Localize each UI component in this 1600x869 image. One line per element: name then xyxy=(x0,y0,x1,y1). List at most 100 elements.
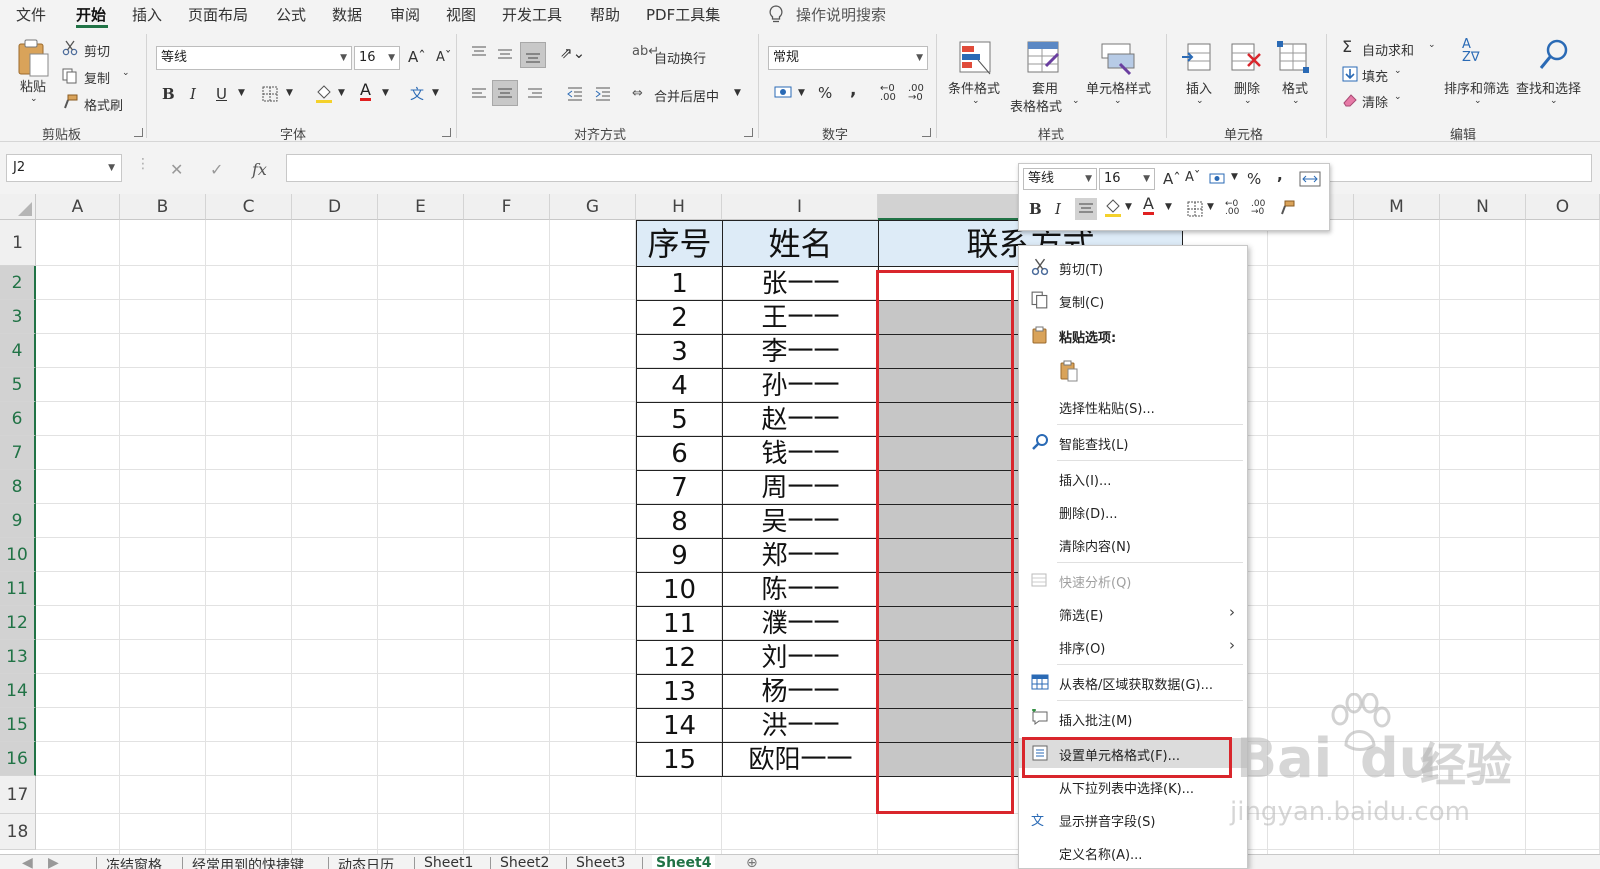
number-format-combo[interactable]: 常规 ▼ xyxy=(768,46,928,70)
align-right-icon[interactable] xyxy=(526,86,544,102)
mini-font-color-icon[interactable]: A xyxy=(1143,196,1154,215)
sort-filter-button[interactable]: 排序和筛选 xyxy=(1444,78,1509,97)
copy-dropdown-icon[interactable]: ⌄ xyxy=(122,68,130,78)
row-header-15[interactable]: 15 xyxy=(0,708,36,742)
insert-function-icon[interactable]: fx xyxy=(252,160,267,179)
orientation-icon[interactable]: ⇗⌄ xyxy=(560,44,585,62)
column-header-g[interactable]: G xyxy=(550,194,636,220)
ctx-smart-lookup[interactable]: 智能查找(L) xyxy=(1019,427,1247,457)
sheet-tab-active[interactable]: Sheet4 xyxy=(652,855,716,869)
fill-button[interactable]: 填充 xyxy=(1362,66,1388,85)
align-bottom-icon[interactable] xyxy=(524,48,542,64)
sheet-tab[interactable]: 冻结窗格 xyxy=(106,855,162,869)
row-header-17[interactable]: 17 xyxy=(0,776,36,814)
ctx-insert[interactable]: 插入(I)... xyxy=(1019,463,1247,493)
percent-button[interactable]: % xyxy=(818,84,832,102)
row-header-3[interactable]: 3 xyxy=(0,300,36,334)
ctx-cut[interactable]: 剪切(T) xyxy=(1019,252,1247,282)
table-cell[interactable]: 1 xyxy=(636,266,723,301)
clear-button[interactable]: 清除 xyxy=(1362,92,1388,111)
table-cell[interactable]: 9 xyxy=(636,538,723,573)
menu-home[interactable]: 开始 xyxy=(76,4,106,25)
ctx-clear-contents[interactable]: 清除内容(N) xyxy=(1019,529,1247,559)
ctx-paste-option[interactable] xyxy=(1049,352,1109,388)
column-header-b[interactable]: B xyxy=(120,194,206,220)
chevron-down-icon[interactable]: ⌄ xyxy=(1114,96,1122,106)
number-launcher[interactable] xyxy=(922,128,931,137)
name-box[interactable]: J2 ▼ xyxy=(6,154,122,182)
align-top-icon[interactable] xyxy=(470,44,488,60)
cut-button[interactable]: 剪切 xyxy=(84,41,110,60)
ctx-delete[interactable]: 删除(D)... xyxy=(1019,496,1247,526)
cancel-icon[interactable]: ✕ xyxy=(170,160,183,179)
copy-button[interactable]: 复制 xyxy=(84,68,110,87)
align-middle-icon[interactable] xyxy=(496,46,514,62)
table-cell[interactable]: 2 xyxy=(636,300,723,335)
insert-cells-button[interactable]: 插入 xyxy=(1186,78,1212,97)
font-launcher[interactable] xyxy=(442,128,451,137)
row-header-7[interactable]: 7 xyxy=(0,436,36,470)
table-cell[interactable]: 12 xyxy=(636,640,723,675)
add-sheet-icon[interactable]: ⊕ xyxy=(746,855,758,869)
row-header-6[interactable]: 6 xyxy=(0,402,36,436)
mini-format-painter-icon[interactable] xyxy=(1279,200,1295,216)
column-header-n[interactable]: N xyxy=(1440,194,1526,220)
underline-button[interactable]: U xyxy=(216,85,227,103)
format-as-table-button-line2[interactable]: 表格格式 xyxy=(1010,96,1062,115)
increase-font-icon[interactable]: Aˆ xyxy=(408,48,426,66)
currency-dropdown-icon[interactable]: ▼ xyxy=(798,88,805,98)
sheet-tab[interactable]: Sheet2 xyxy=(500,855,549,869)
column-header-a[interactable]: A xyxy=(36,194,120,220)
borders-icon[interactable] xyxy=(262,86,278,102)
table-cell[interactable]: 5 xyxy=(636,402,723,437)
conditional-format-icon[interactable] xyxy=(958,40,994,76)
sheet-nav-prev-icon[interactable]: ◀ xyxy=(22,855,33,869)
autosum-button[interactable]: 自动求和 xyxy=(1362,40,1414,59)
borders-dropdown-icon[interactable]: ▼ xyxy=(286,88,293,98)
row-header-4[interactable]: 4 xyxy=(0,334,36,368)
table-header-cell[interactable]: 姓名 xyxy=(722,220,879,267)
format-painter-button[interactable]: 格式刷 xyxy=(84,95,123,114)
mini-decrease-font-icon[interactable]: Aˇ xyxy=(1185,170,1200,185)
fill-color-dropdown-icon[interactable]: ▼ xyxy=(338,88,345,98)
table-cell[interactable]: 孙一一 xyxy=(722,368,879,403)
table-cell[interactable]: 陈一一 xyxy=(722,572,879,607)
mini-italic-button[interactable]: I xyxy=(1055,200,1061,218)
menu-developer[interactable]: 开发工具 xyxy=(502,4,562,25)
column-header-o[interactable]: O xyxy=(1526,194,1600,220)
insert-cells-icon[interactable] xyxy=(1180,40,1214,74)
table-header-cell[interactable]: 序号 xyxy=(636,220,723,267)
chevron-down-icon[interactable]: ⌄ xyxy=(1196,96,1204,106)
clipboard-launcher[interactable] xyxy=(134,128,143,137)
menu-help[interactable]: 帮助 xyxy=(590,4,620,25)
table-cell[interactable]: 14 xyxy=(636,708,723,743)
font-color-button[interactable]: A xyxy=(360,82,371,101)
menu-file[interactable]: 文件 xyxy=(16,4,46,25)
table-cell[interactable]: 郑一一 xyxy=(722,538,879,573)
paste-icon[interactable] xyxy=(16,38,50,78)
row-header-16[interactable]: 16 xyxy=(0,742,36,776)
mini-increase-decimal-icon[interactable]: ←0.00 xyxy=(1225,200,1239,217)
ctx-insert-comment[interactable]: 插入批注(M) xyxy=(1019,703,1247,733)
row-header-8[interactable]: 8 xyxy=(0,470,36,504)
alignment-launcher[interactable] xyxy=(744,128,753,137)
chevron-down-icon[interactable]: ⌄ xyxy=(1244,96,1252,106)
mini-borders-dropdown-icon[interactable]: ▼ xyxy=(1207,202,1214,212)
menu-view[interactable]: 视图 xyxy=(446,4,476,25)
chevron-down-icon[interactable]: ⌄ xyxy=(1072,96,1080,106)
row-header-2[interactable]: 2 xyxy=(0,266,36,300)
chevron-down-icon[interactable]: ⌄ xyxy=(1550,96,1558,106)
mini-currency-icon[interactable] xyxy=(1209,172,1227,186)
ctx-paste-special[interactable]: 选择性粘贴(S)... xyxy=(1019,391,1247,421)
phonetic-icon[interactable]: 文 xyxy=(410,84,424,104)
mini-borders-icon[interactable] xyxy=(1187,201,1203,217)
mini-font-size-combo[interactable]: 16 ▼ xyxy=(1099,168,1155,190)
mini-bold-button[interactable]: B xyxy=(1029,200,1042,218)
row-header-11[interactable]: 11 xyxy=(0,572,36,606)
table-cell[interactable]: 濮一一 xyxy=(722,606,879,641)
column-header-i[interactable]: I xyxy=(722,194,878,220)
delete-cells-icon[interactable] xyxy=(1228,40,1262,74)
row-header-10[interactable]: 10 xyxy=(0,538,36,572)
table-cell[interactable]: 杨一一 xyxy=(722,674,879,709)
cell-styles-button[interactable]: 单元格样式 xyxy=(1086,78,1151,97)
